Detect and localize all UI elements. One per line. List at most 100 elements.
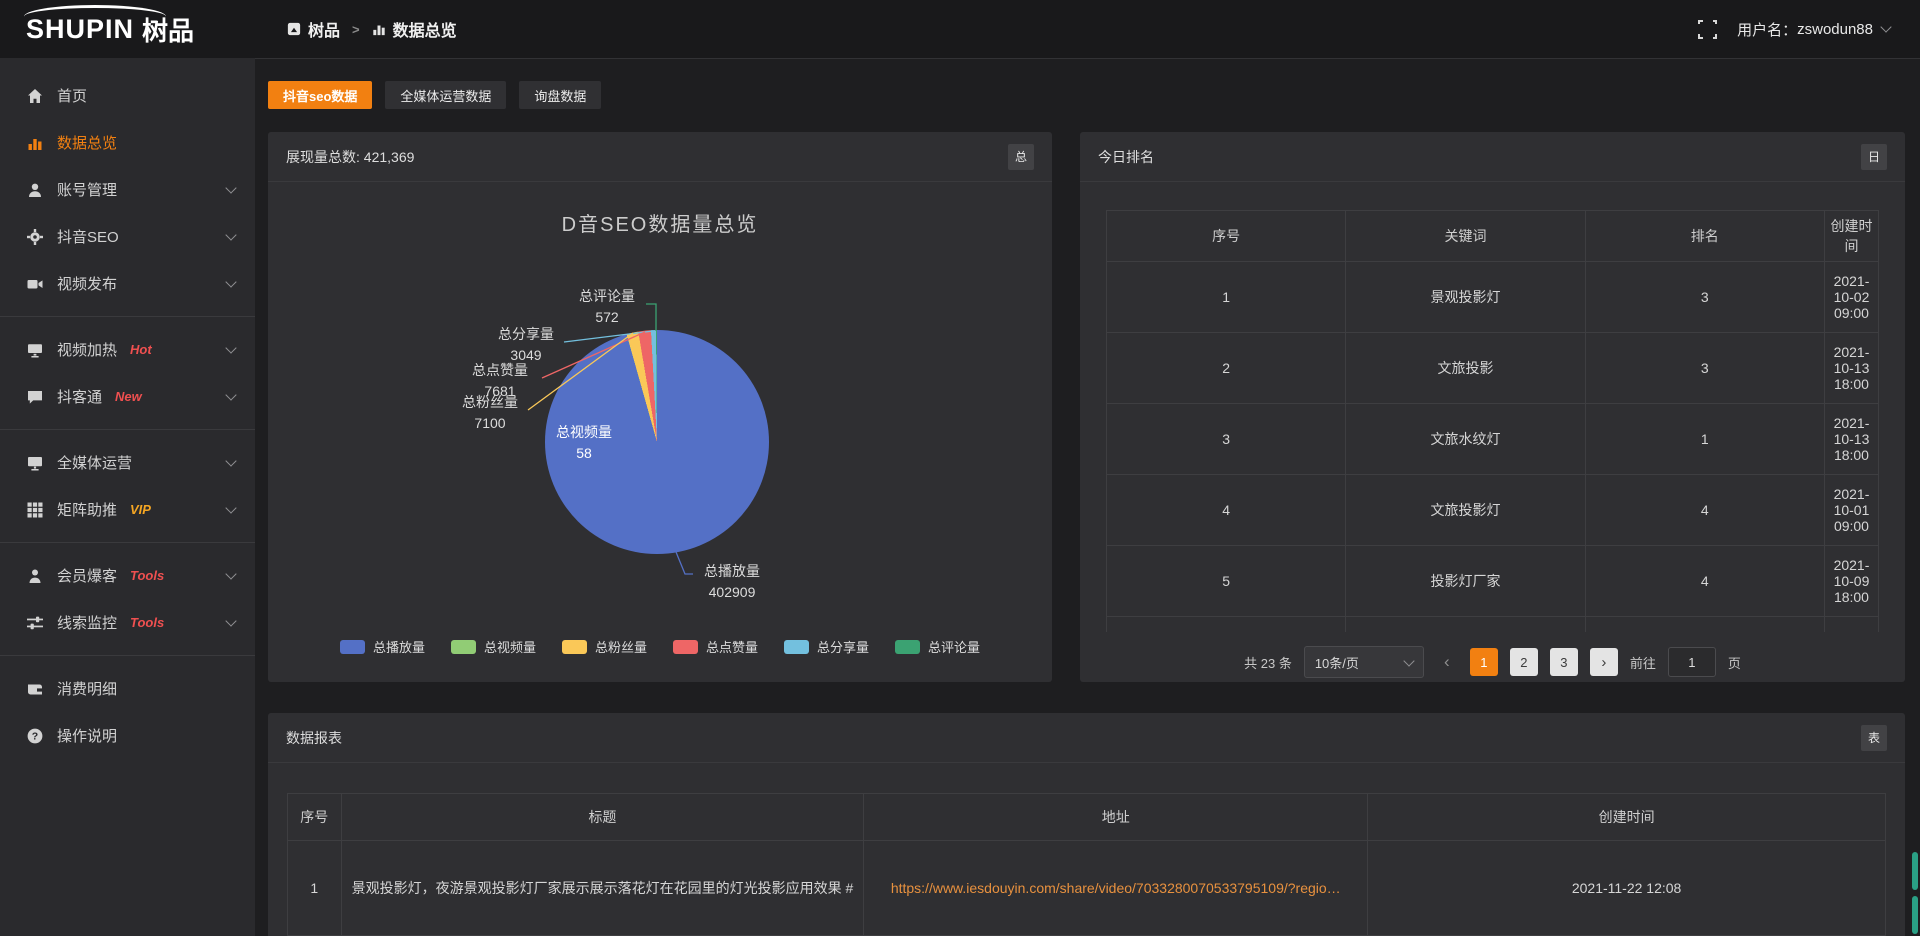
column-header: 排名 [1585, 211, 1824, 262]
cell-keyword: 文旅水纹灯 [1346, 404, 1585, 475]
bar-chart-icon [372, 22, 386, 36]
main-area: 树品 > 数据总览 用户名： zswodun88 抖音seo数据 [255, 0, 1920, 936]
sidebar-item-label: 抖客通 [57, 386, 102, 407]
sidebar-divider [0, 316, 255, 317]
next-page-button[interactable]: › [1590, 648, 1618, 676]
video-link[interactable]: https://www.iesdouyin.com/share/video/70… [891, 880, 1341, 896]
page-button[interactable]: 2 [1510, 648, 1538, 676]
cell-rank: 3 [1585, 333, 1824, 404]
sidebar-item[interactable]: 线索监控 Tools [0, 599, 255, 646]
sidebar-item-label: 视频加热 [57, 339, 117, 360]
cell-keyword: 文旅投影灯 [1346, 475, 1585, 546]
ranking-panel-title: 今日排名 [1098, 147, 1154, 167]
table-header-row: 序号 关键词 排名 创建时间 [1107, 211, 1879, 262]
page-button[interactable]: 1 [1470, 648, 1498, 676]
cell-keyword: 景观投影灯 [1346, 262, 1585, 333]
cell-index: 4 [1107, 475, 1346, 546]
total-toggle-button[interactable]: 总 [1008, 144, 1034, 170]
goto-page-input[interactable] [1668, 647, 1716, 677]
chevron-down-icon [225, 568, 236, 579]
legend-swatch [340, 640, 365, 654]
sidebar-item[interactable]: 视频加热 Hot [0, 326, 255, 373]
legend-item[interactable]: 总播放量 [340, 637, 425, 656]
sidebar-item[interactable]: 抖客通 New [0, 373, 255, 420]
sidebar-item[interactable]: 视频发布 [0, 260, 255, 307]
cell-rank: 4 [1585, 475, 1824, 546]
table-header-row: 序号 标题 地址 创建时间 [288, 794, 1886, 841]
report-panel: 数据报表 表 序号 标题 地址 [268, 713, 1905, 936]
pie-chart: D音SEO数据量总览 总评论量572 [268, 182, 1052, 683]
sidebar-divider [0, 429, 255, 430]
sidebar-item-badge: VIP [130, 502, 151, 517]
prev-page-button[interactable]: ‹ [1436, 652, 1458, 672]
sidebar-item[interactable]: 会员爆客 Tools [0, 552, 255, 599]
sidebar-item[interactable]: 消费明细 [0, 665, 255, 712]
username-label: 用户名： [1737, 19, 1797, 40]
user-icon [27, 182, 43, 198]
sidebar-item-label: 会员爆客 [57, 565, 117, 586]
clipped-row [1107, 617, 1879, 633]
legend-item[interactable]: 总点赞量 [673, 637, 758, 656]
chevron-down-icon [225, 182, 236, 193]
cell-title: 景观投影灯，夜游景观投影灯厂家展示展示落花灯在花园里的灯光投影应用效果 # [341, 841, 864, 936]
app: SHUPIN 树品 首页 数据总览 [0, 0, 1920, 936]
sidebar-item-label: 抖音SEO [57, 226, 119, 247]
sidebar-item-badge: Hot [130, 342, 152, 357]
sidebar-item[interactable]: 全媒体运营 [0, 439, 255, 486]
sidebar-item-badge: Tools [130, 615, 164, 630]
fullscreen-icon[interactable] [1698, 20, 1717, 39]
pie-label-comments: 总评论量572 [571, 286, 643, 328]
cell-keyword: 文旅投影 [1346, 333, 1585, 404]
table-row: 1 景观投影灯 3 2021-10-02 09:00 [1107, 262, 1879, 333]
page-size-select[interactable]: 10条/页 [1304, 646, 1424, 678]
tab[interactable]: 询盘数据 [519, 81, 601, 109]
report-panel-title: 数据报表 [286, 728, 342, 748]
legend-label: 总分享量 [817, 637, 869, 656]
chevron-down-icon [225, 342, 236, 353]
legend-item[interactable]: 总分享量 [784, 637, 869, 656]
legend-item[interactable]: 总评论量 [895, 637, 980, 656]
chevron-down-icon [225, 502, 236, 513]
breadcrumb: 树品 > 数据总览 [287, 17, 457, 41]
overview-panel-title: 展现量总数: 421,369 [286, 147, 414, 167]
cell-created: 2021-11-22 12:08 [1368, 841, 1886, 936]
data-tabs: 抖音seo数据 全媒体运营数据 询盘数据 [268, 81, 1905, 109]
sidebar-item-label: 首页 [57, 85, 87, 106]
legend-swatch [784, 640, 809, 654]
logo: SHUPIN 树品 [0, 0, 255, 58]
legend-item[interactable]: 总粉丝量 [562, 637, 647, 656]
sidebar-item[interactable]: 首页 [0, 72, 255, 119]
overview-panel: 展现量总数: 421,369 总 D音SEO数据量总览 [268, 132, 1052, 682]
cell-created: 2021-10-13 18:00 [1824, 404, 1878, 475]
sidebar-item[interactable]: 操作说明 [0, 712, 255, 759]
cell-index: 1 [288, 841, 342, 936]
sidebar: SHUPIN 树品 首页 数据总览 [0, 0, 255, 936]
user-menu[interactable]: 用户名： zswodun88 [1737, 19, 1890, 40]
breadcrumb-root[interactable]: 树品 [308, 17, 340, 41]
goto-unit: 页 [1728, 653, 1741, 672]
sidebar-item[interactable]: 抖音SEO [0, 213, 255, 260]
content: 抖音seo数据 全媒体运营数据 询盘数据 展现量总数: 421,369 总 D音… [255, 59, 1920, 936]
gear-icon [27, 229, 43, 245]
legend-label: 总播放量 [373, 637, 425, 656]
sidebar-item[interactable]: 矩阵助推 VIP [0, 486, 255, 533]
tab[interactable]: 全媒体运营数据 [385, 81, 506, 109]
legend-item[interactable]: 总视频量 [451, 637, 536, 656]
scrollbar-thumb[interactable] [1912, 896, 1918, 934]
sidebar-divider [0, 655, 255, 656]
bars-icon [27, 135, 43, 151]
table-toggle-button[interactable]: 表 [1861, 725, 1887, 751]
screen-icon [27, 342, 43, 358]
pie-label-fans: 总粉丝量7100 [454, 392, 526, 434]
page-button[interactable]: 3 [1550, 648, 1578, 676]
sidebar-item[interactable]: 账号管理 [0, 166, 255, 213]
column-header: 创建时间 [1824, 211, 1878, 262]
day-toggle-button[interactable]: 日 [1861, 144, 1887, 170]
sidebar-item[interactable]: 数据总览 [0, 119, 255, 166]
scrollbar-thumb[interactable] [1912, 852, 1918, 890]
chart-title: D音SEO数据量总览 [268, 208, 1052, 237]
cell-index: 3 [1107, 404, 1346, 475]
column-header: 序号 [1107, 211, 1346, 262]
tab[interactable]: 抖音seo数据 [268, 81, 372, 109]
cell-created: 2021-10-01 09:00 [1824, 475, 1878, 546]
